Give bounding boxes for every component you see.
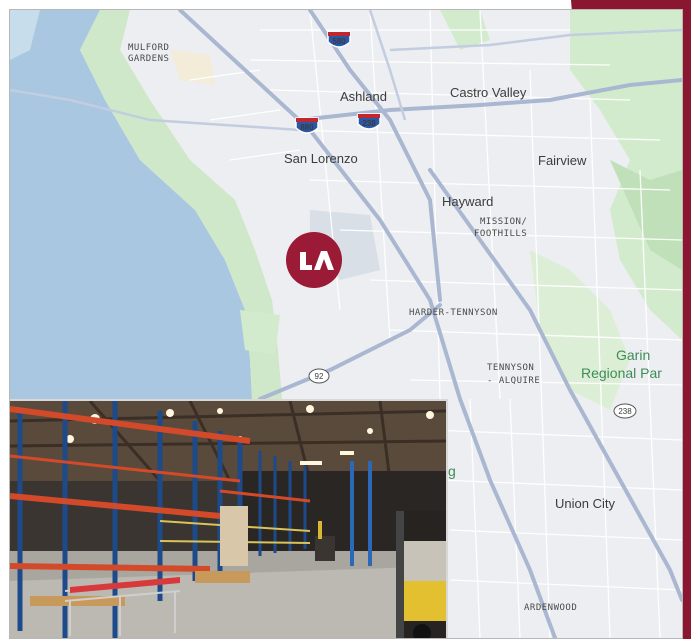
svg-text:92: 92: [315, 372, 324, 381]
label-castro-valley: Castro Valley: [450, 85, 527, 100]
shield-580: 580: [327, 31, 351, 48]
svg-text:580: 580: [332, 37, 346, 46]
label-partial: g: [448, 463, 456, 479]
svg-text:238: 238: [362, 119, 376, 128]
label-mulford: MULFORD GARDENS: [128, 43, 175, 64]
shield-92: 92: [308, 368, 330, 384]
svg-text:880: 880: [300, 123, 314, 132]
label-harder: HARDER-TENNYSON: [409, 308, 498, 318]
label-fairview: Fairview: [538, 153, 587, 168]
warehouse-photo: [10, 399, 448, 638]
map-frame[interactable]: 580 880 238 92 238 MULFORD GARDENS Ashla…: [9, 9, 683, 639]
label-san-lorenzo: San Lorenzo: [284, 151, 358, 166]
shield-ca238: 238: [613, 403, 637, 419]
shield-880: 880: [295, 117, 319, 134]
label-hayward: Hayward: [442, 194, 493, 209]
location-marker[interactable]: [286, 232, 342, 288]
svg-text:238: 238: [618, 407, 632, 416]
shield-238: 238: [357, 113, 381, 130]
label-ardenwood: ARDENWOOD: [524, 603, 577, 613]
label-ashland: Ashland: [340, 89, 387, 104]
label-union-city: Union City: [555, 496, 615, 511]
